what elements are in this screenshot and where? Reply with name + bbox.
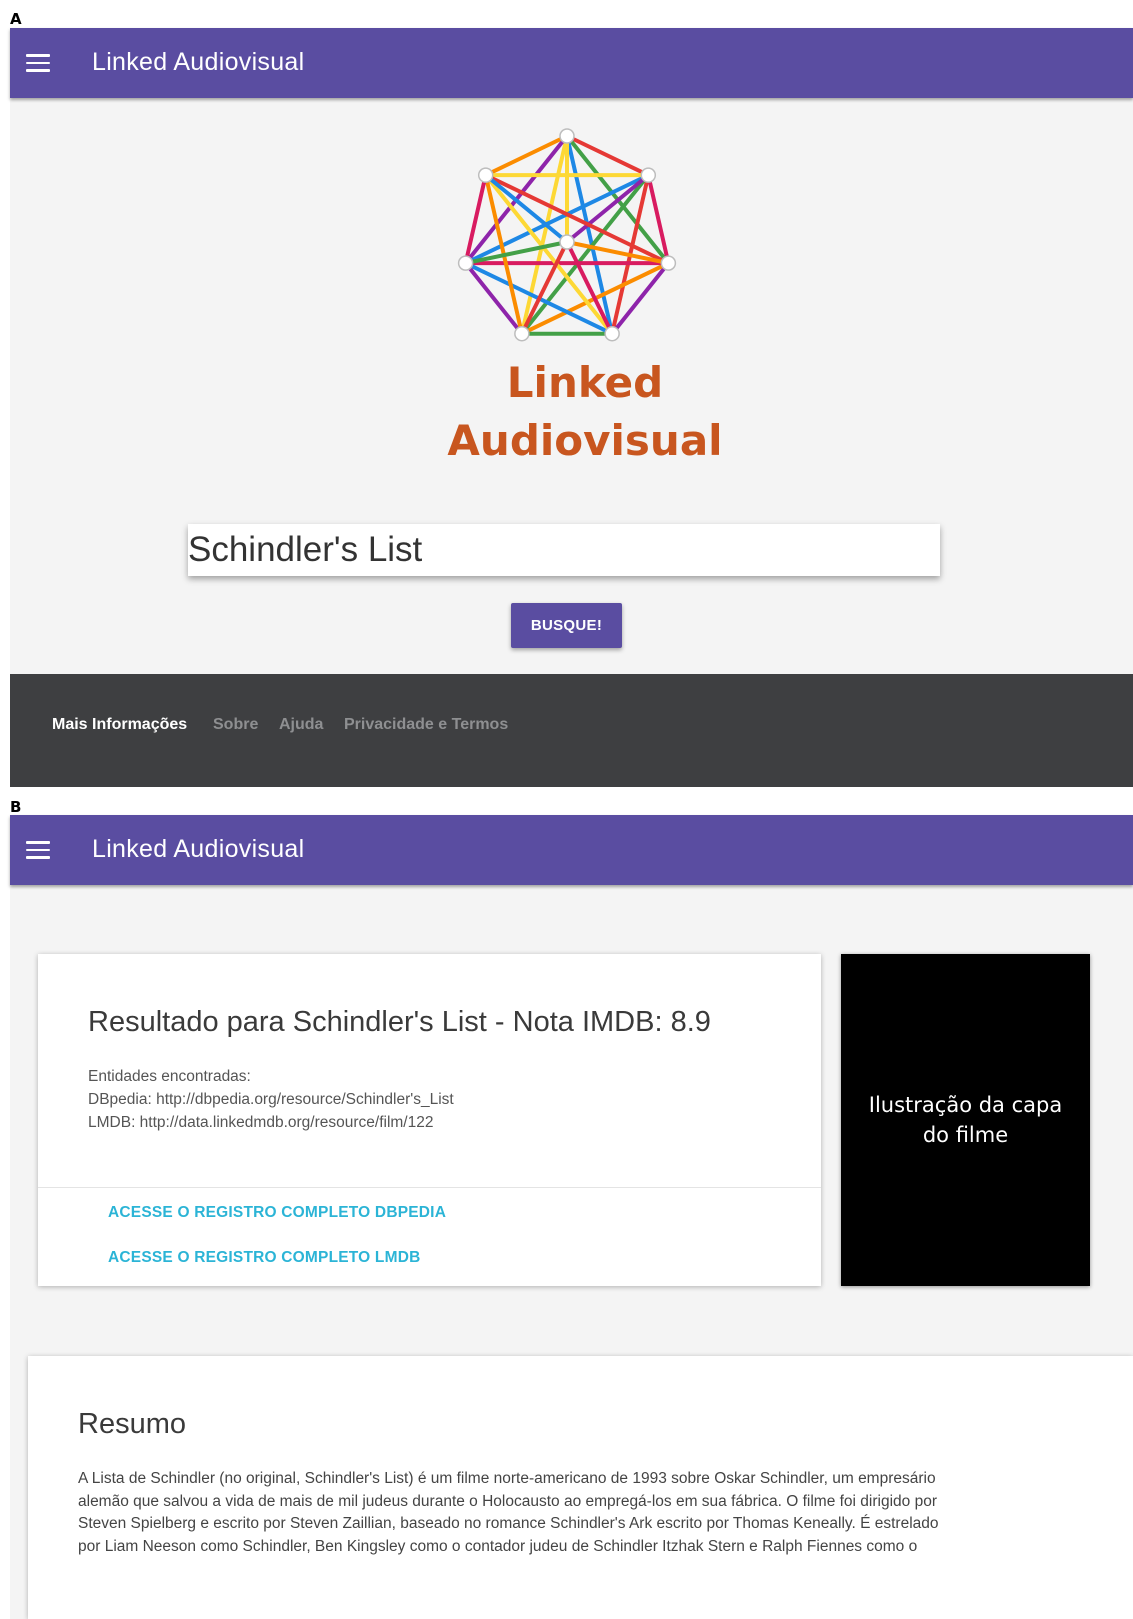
footer-link-mais-informacoes[interactable]: Mais Informações <box>52 716 187 734</box>
summary-line: A Lista de Schindler (no original, Schin… <box>78 1470 936 1487</box>
logo-node <box>514 325 530 342</box>
app-bar-top: Linked Audiovisual <box>10 28 1133 98</box>
dbpedia-record-link[interactable]: ACESSE O REGISTRO COMPLETO DBPEDIA <box>108 1204 446 1222</box>
logo-edge <box>483 134 569 178</box>
hamburger-menu-icon[interactable] <box>26 841 50 859</box>
app-title: Linked Audiovisual <box>92 835 305 863</box>
summary-line: por Liam Neeson como Schindler, Ben King… <box>78 1537 918 1555</box>
footer-link-sobre[interactable]: Sobre <box>213 716 258 734</box>
summary-line: Steven Spielberg e escrito por Steven Za… <box>78 1515 939 1532</box>
network-logo-icon <box>457 128 677 342</box>
logo-node <box>477 167 494 183</box>
logo-node <box>457 255 474 271</box>
logo-node <box>640 167 657 183</box>
app-bar-results: Linked Audiovisual <box>10 815 1133 885</box>
summary-text: A Lista de Schindler (no original, Schin… <box>78 1468 1048 1558</box>
logo-node <box>559 128 575 144</box>
panel-a-label: A <box>10 10 22 28</box>
summary-card: Resumo A Lista de Schindler (no original… <box>28 1356 1133 1619</box>
summary-line: alemão que salvou a vida de mais de mil … <box>78 1492 937 1510</box>
footer-link-ajuda[interactable]: Ajuda <box>279 716 323 734</box>
search-input[interactable]: Schindler's List <box>188 524 940 576</box>
lmdb-uri: LMDB: http://data.linkedmdb.org/resource… <box>88 1114 434 1131</box>
search-button[interactable]: BUSQUE! <box>511 603 622 648</box>
panel-b-label: B <box>10 798 22 816</box>
result-card: Resultado para Schindler's List - Nota I… <box>38 954 821 1286</box>
logo-edge <box>565 134 651 178</box>
lmdb-record-link[interactable]: ACESSE O REGISTRO COMPLETO LMDB <box>108 1249 421 1267</box>
card-divider <box>38 1187 821 1188</box>
logo-text-audiovisual: Audiovisual <box>447 416 723 465</box>
logo-node <box>559 234 575 250</box>
hamburger-menu-icon[interactable] <box>26 54 50 72</box>
cover-caption: Ilustração da capa do filme <box>868 1093 1063 1147</box>
entities-label: Entidades encontradas: <box>88 1068 251 1085</box>
result-title: Resultado para Schindler's List - Nota I… <box>88 1006 711 1038</box>
footer-link-privacidade-termos[interactable]: Privacidade e Termos <box>344 716 508 734</box>
logo-node <box>660 255 677 271</box>
summary-title: Resumo <box>78 1408 186 1440</box>
footer: Mais Informações Sobre Ajuda Privacidade… <box>10 674 1133 787</box>
dbpedia-uri: DBpedia: http://dbpedia.org/resource/Sch… <box>88 1091 454 1108</box>
app-title: Linked Audiovisual <box>92 48 305 76</box>
logo-node <box>604 325 620 342</box>
movie-cover-placeholder: Ilustração da capa do filme <box>841 954 1090 1286</box>
logo-text-linked: Linked <box>506 358 664 407</box>
